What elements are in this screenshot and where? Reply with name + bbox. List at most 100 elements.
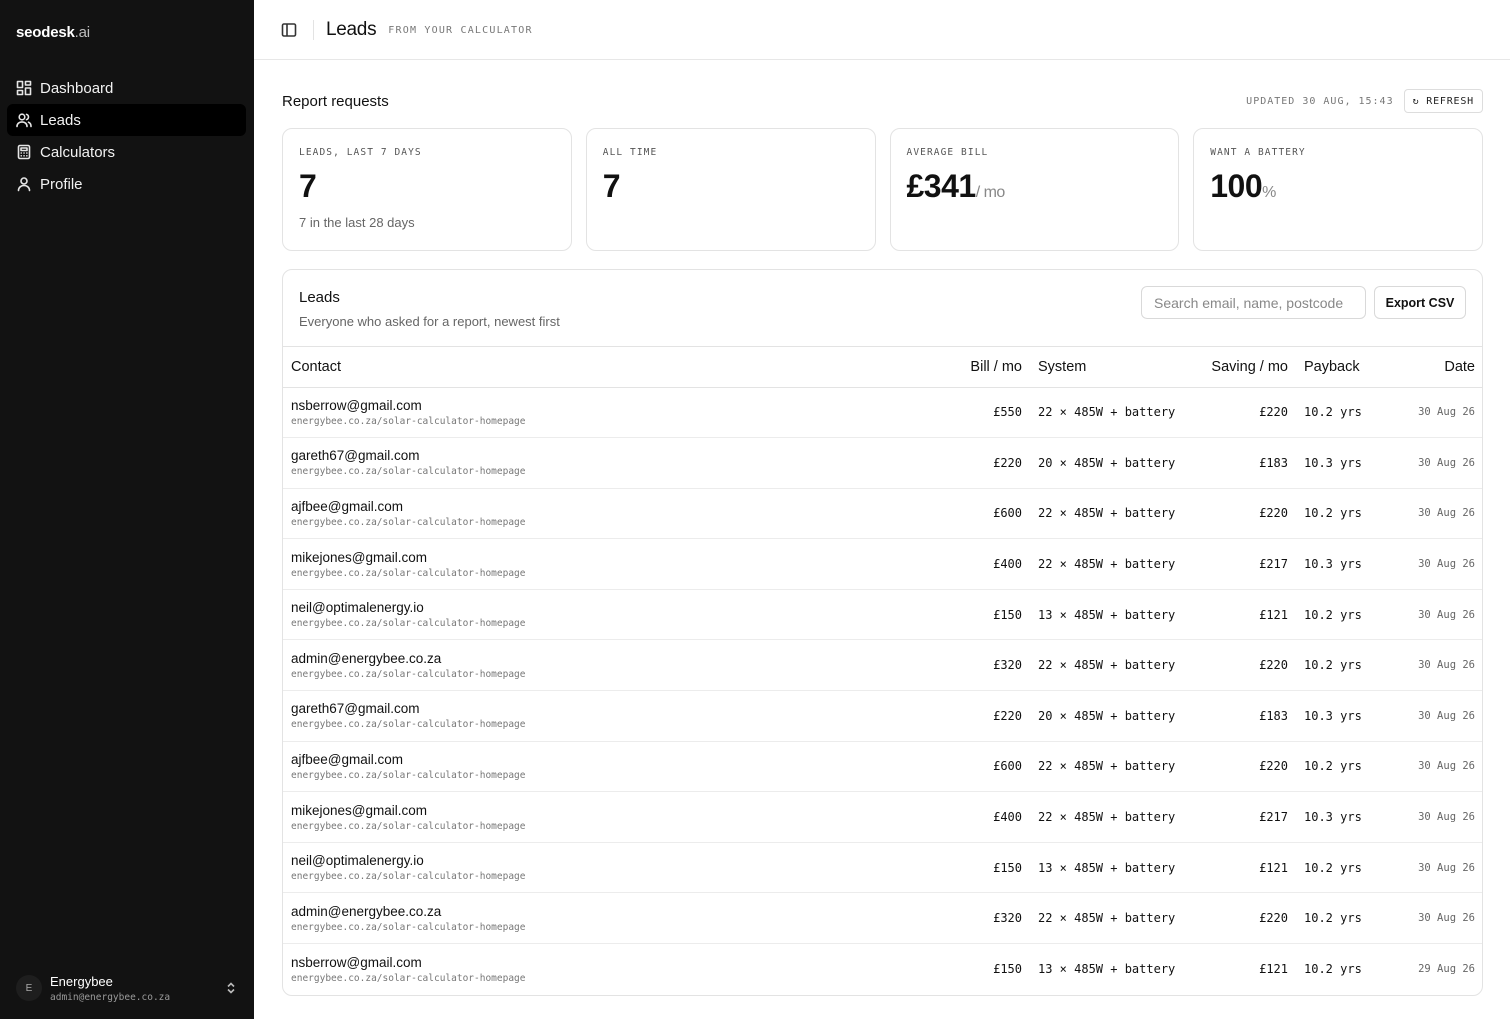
cell-bill: £400 bbox=[955, 791, 1030, 843]
export-csv-button[interactable]: Export CSV bbox=[1374, 286, 1466, 319]
stat-number: 7 bbox=[299, 168, 317, 204]
cell-saving: £183 bbox=[1188, 437, 1296, 489]
table-row[interactable]: neil@optimalenergy.io energybee.co.za/sol… bbox=[283, 842, 1482, 894]
cell-system: 22 × 485W + battery bbox=[1030, 488, 1188, 540]
sidebar-item-profile[interactable]: Profile bbox=[7, 168, 246, 200]
sidebar-toggle-icon[interactable] bbox=[281, 22, 297, 38]
cell-payback: 10.2 yrs bbox=[1296, 842, 1386, 894]
cell-payback: 10.2 yrs bbox=[1296, 639, 1386, 692]
brand-tld: .ai bbox=[74, 24, 90, 41]
stat-value: 7 bbox=[299, 168, 555, 205]
stat-label: AVERAGE BILL bbox=[906, 147, 989, 158]
cell-contact: ajfbee@gmail.com energybee.co.za/solar-ca… bbox=[283, 741, 955, 793]
divider bbox=[313, 19, 314, 40]
cell-saving: £220 bbox=[1188, 892, 1296, 945]
cell-contact: neil@optimalenergy.io energybee.co.za/sol… bbox=[283, 589, 955, 641]
leads-table: Contact Bill / mo System Saving / mo Pay… bbox=[283, 347, 1482, 995]
cell-payback: 10.2 yrs bbox=[1296, 387, 1386, 439]
column-header-contact[interactable]: Contact bbox=[283, 347, 955, 388]
lead-email: mikejones@gmail.com bbox=[291, 802, 427, 818]
stat-card-all-time: ALL TIME 7 bbox=[585, 128, 876, 251]
lead-email: nsberrow@gmail.com bbox=[291, 954, 422, 970]
account-info: Energybee admin@energybee.co.za bbox=[50, 974, 224, 1003]
cell-bill: £600 bbox=[955, 488, 1030, 540]
cell-system: 22 × 485W + battery bbox=[1030, 538, 1188, 590]
cell-system: 13 × 485W + battery bbox=[1030, 842, 1188, 894]
cell-payback: 10.3 yrs bbox=[1296, 791, 1386, 843]
sidebar-item-dashboard[interactable]: Dashboard bbox=[7, 72, 246, 104]
main-content: Leads FROM YOUR CALCULATOR Report reques… bbox=[254, 0, 1510, 1019]
stat-note: 7 in the last 28 days bbox=[299, 215, 415, 230]
cell-saving: £220 bbox=[1188, 639, 1296, 692]
updated-timestamp: UPDATED 30 AUG, 15:43 bbox=[1246, 95, 1394, 107]
brand-logo[interactable]: seodesk.ai bbox=[16, 24, 90, 41]
cell-bill: £220 bbox=[955, 690, 1030, 742]
table-row[interactable]: admin@energybee.co.za energybee.co.za/sol… bbox=[283, 892, 1482, 945]
column-header-system[interactable]: System bbox=[1030, 347, 1188, 388]
search-input[interactable] bbox=[1141, 286, 1366, 319]
grid-icon bbox=[16, 80, 32, 96]
lead-source: energybee.co.za/solar-calculator-homepag… bbox=[291, 415, 526, 427]
cell-bill: £150 bbox=[955, 842, 1030, 894]
leads-header: Leads Everyone who asked for a report, n… bbox=[283, 270, 1482, 347]
refresh-button[interactable]: ↻ REFRESH bbox=[1403, 89, 1483, 113]
stat-label: WANT A BATTERY bbox=[1210, 147, 1306, 158]
page-subtitle: FROM YOUR CALCULATOR bbox=[388, 25, 533, 36]
table-row[interactable]: nsberrow@gmail.com energybee.co.za/solar-… bbox=[283, 387, 1482, 439]
lead-source: energybee.co.za/solar-calculator-homepag… bbox=[291, 921, 526, 933]
stat-value: £341/ mo bbox=[907, 168, 1163, 205]
table-row[interactable]: neil@optimalenergy.io energybee.co.za/sol… bbox=[283, 589, 1482, 641]
lead-email: nsberrow@gmail.com bbox=[291, 397, 422, 413]
table-row[interactable]: nsberrow@gmail.com energybee.co.za/solar-… bbox=[283, 944, 1482, 995]
cell-saving: £220 bbox=[1188, 387, 1296, 439]
table-row[interactable]: gareth67@gmail.com energybee.co.za/solar-… bbox=[283, 437, 1482, 489]
lead-email: mikejones@gmail.com bbox=[291, 549, 427, 565]
table-row[interactable]: gareth67@gmail.com energybee.co.za/solar-… bbox=[283, 690, 1482, 742]
lead-source: energybee.co.za/solar-calculator-homepag… bbox=[291, 820, 526, 832]
column-header-date[interactable]: Date bbox=[1386, 347, 1482, 388]
chevron-up-down-icon bbox=[227, 982, 235, 994]
cell-bill: £150 bbox=[955, 589, 1030, 641]
cell-bill: £550 bbox=[955, 387, 1030, 439]
sidebar-item-leads[interactable]: Leads bbox=[7, 104, 246, 136]
table-row[interactable]: admin@energybee.co.za energybee.co.za/sol… bbox=[283, 639, 1482, 692]
cell-contact: ajfbee@gmail.com energybee.co.za/solar-ca… bbox=[283, 488, 955, 540]
column-header-saving[interactable]: Saving / mo bbox=[1188, 347, 1296, 388]
table-row[interactable]: ajfbee@gmail.com energybee.co.za/solar-ca… bbox=[283, 488, 1482, 540]
cell-contact: admin@energybee.co.za energybee.co.za/sol… bbox=[283, 639, 955, 692]
lead-email: ajfbee@gmail.com bbox=[291, 498, 404, 514]
cell-date: 30 Aug 26 bbox=[1386, 791, 1482, 843]
cell-saving: £217 bbox=[1188, 791, 1296, 843]
sidebar-item-calculators[interactable]: Calculators bbox=[7, 136, 246, 168]
stat-unit: / mo bbox=[975, 184, 1006, 201]
cell-system: 22 × 485W + battery bbox=[1030, 387, 1188, 439]
sidebar-item-label: Leads bbox=[40, 111, 81, 129]
cell-system: 13 × 485W + battery bbox=[1030, 589, 1188, 641]
table-row[interactable]: ajfbee@gmail.com energybee.co.za/solar-ca… bbox=[283, 741, 1482, 793]
cell-bill: £600 bbox=[955, 741, 1030, 793]
cell-saving: £217 bbox=[1188, 538, 1296, 590]
column-header-bill[interactable]: Bill / mo bbox=[955, 347, 1030, 388]
table-row[interactable]: mikejones@gmail.com energybee.co.za/solar… bbox=[283, 538, 1482, 590]
lead-source: energybee.co.za/solar-calculator-homepag… bbox=[291, 668, 526, 680]
table-header-row: Contact Bill / mo System Saving / mo Pay… bbox=[283, 347, 1482, 388]
account-switcher[interactable]: E Energybee admin@energybee.co.za bbox=[16, 971, 238, 1005]
column-header-payback[interactable]: Payback bbox=[1296, 347, 1386, 388]
cell-system: 22 × 485W + battery bbox=[1030, 791, 1188, 843]
cell-date: 30 Aug 26 bbox=[1386, 690, 1482, 742]
sidebar-item-label: Dashboard bbox=[40, 79, 114, 97]
stat-number: 7 bbox=[602, 168, 621, 204]
lead-source: energybee.co.za/solar-calculator-homepag… bbox=[291, 871, 526, 883]
table-row[interactable]: mikejones@gmail.com energybee.co.za/solar… bbox=[283, 791, 1482, 843]
cell-payback: 10.3 yrs bbox=[1296, 538, 1386, 590]
calculator-icon bbox=[17, 144, 31, 160]
cell-saving: £183 bbox=[1188, 690, 1296, 742]
account-email: admin@energybee.co.za bbox=[50, 991, 171, 1003]
cell-saving: £220 bbox=[1188, 741, 1296, 793]
lead-source: energybee.co.za/solar-calculator-homepag… bbox=[291, 769, 526, 781]
lead-source: energybee.co.za/solar-calculator-homepag… bbox=[291, 466, 526, 478]
cell-date: 30 Aug 26 bbox=[1386, 741, 1482, 793]
lead-email: admin@energybee.co.za bbox=[291, 903, 442, 919]
lead-source: energybee.co.za/solar-calculator-homepag… bbox=[291, 516, 526, 528]
cell-contact: nsberrow@gmail.com energybee.co.za/solar-… bbox=[283, 387, 955, 439]
